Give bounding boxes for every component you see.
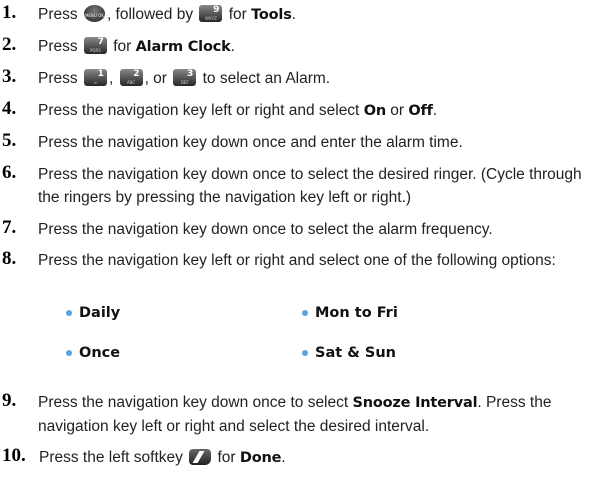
step-number: 1. <box>2 2 17 23</box>
step-number: 7. <box>2 217 17 238</box>
step-number: 9. <box>2 390 17 411</box>
key-1-icon: 1 ∞ <box>83 69 107 86</box>
step-text: Press the navigation key left or right a… <box>38 102 438 119</box>
option-daily: Daily <box>79 305 121 321</box>
bullet-dot-icon <box>66 350 72 356</box>
on-label: On <box>363 103 386 119</box>
step-number: 6. <box>2 162 17 183</box>
step-text: Press the navigation key down once to se… <box>38 394 552 435</box>
key-3-icon: 3 DEF <box>173 69 197 86</box>
step-text: Press the navigation key down once to se… <box>38 221 493 238</box>
option-once: Once <box>79 345 121 361</box>
step-number: 5. <box>2 130 17 151</box>
step-number: 10. <box>2 445 26 466</box>
menu-ok-key-icon: MENU OK <box>83 5 105 22</box>
step-text: Press 1 ∞, 2 ABC, or 3 DEF to select an Ala… <box>38 69 331 87</box>
step-text: Press the navigation key down once and e… <box>38 134 463 151</box>
step-number: 3. <box>2 66 17 87</box>
tools-label: Tools <box>251 7 292 23</box>
off-label: Off <box>408 103 433 119</box>
step-text: Press 7 PQRS for Alarm Clock. <box>38 37 235 55</box>
step-number: 8. <box>2 248 17 269</box>
key-7-icon: 7 PQRS <box>83 37 107 54</box>
option-sat-and-sun: Sat & Sun <box>315 345 396 361</box>
left-softkey-icon <box>189 449 212 465</box>
step-text: Press the left softkey for Done. <box>39 449 286 466</box>
snooze-interval-label: Snooze Interval <box>352 395 478 411</box>
step-text: Press MENU OK, followed by 9 WXYZ for Too… <box>38 5 296 23</box>
step-number: 4. <box>2 98 17 119</box>
key-9-icon: 9 WXYZ <box>199 5 223 22</box>
option-mon-to-fri: Mon to Fri <box>315 305 398 321</box>
step-text: Press the navigation key left or right a… <box>38 252 556 269</box>
bullet-dot-icon <box>66 310 72 316</box>
step-text: Press the navigation key down once to se… <box>38 166 582 206</box>
instruction-document: 1. Press MENU OK, followed by 9 WXYZ for … <box>0 0 600 493</box>
step-number: 2. <box>2 34 17 55</box>
done-label: Done <box>239 450 282 466</box>
alarm-clock-label: Alarm Clock <box>135 39 231 55</box>
key-2-icon: 2 ABC <box>119 69 143 86</box>
bullet-dot-icon <box>302 350 308 356</box>
bullet-dot-icon <box>302 310 308 316</box>
